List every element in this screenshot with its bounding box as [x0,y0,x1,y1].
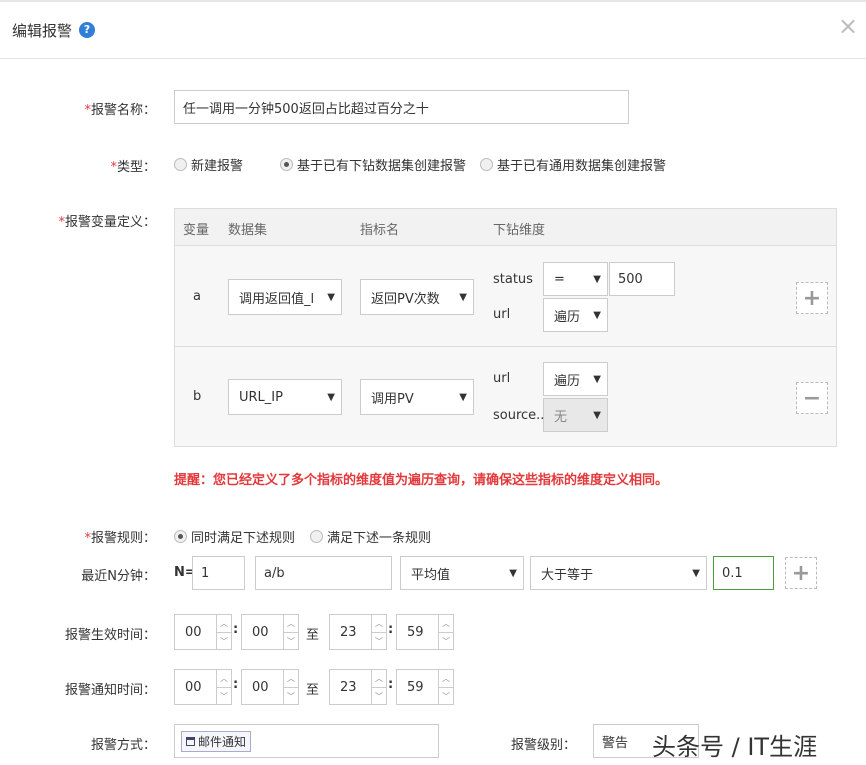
close-icon[interactable]: × [838,14,858,38]
calendar-icon [186,736,195,746]
method-label: 报警方式： [90,738,156,753]
dataset-select-a[interactable]: 调用返回值_l ▼ [228,279,342,315]
recent-label: 最近N分钟： [81,569,156,584]
chevron-down-icon: ▼ [509,567,517,579]
chevron-down-icon[interactable]: ﹀ [217,687,231,705]
warning-text: 提醒：您已经定义了多个指标的维度值为遍历查询，请确保这些指标的维度定义相同。 [174,473,669,488]
name-input[interactable]: 任一调用一分钟500返回占比超过百分之十 [174,90,629,124]
method-input[interactable]: 邮件通知 [174,724,439,758]
row-divider [175,346,836,347]
chevron-up-icon[interactable]: ︿ [439,615,453,632]
metric-select-a[interactable]: 返回PV次数 ▼ [360,279,474,315]
name-label: *报警名称： [84,103,156,118]
method-tag[interactable]: 邮件通知 [181,730,252,752]
effective-time-label: 报警生效时间： [64,628,156,643]
notify-start-minute[interactable]: 00 ︿ ﹀ [241,669,299,705]
type-radio-general[interactable]: 基于已有通用数据集创建报警 [480,155,666,174]
rules-label: *报警规则： [84,531,156,546]
chevron-down-icon: ▼ [327,291,335,303]
chevron-down-icon: ▼ [459,391,467,403]
effective-end-hour[interactable]: 23 ︿ ﹀ [329,614,387,650]
threshold-input[interactable]: 0.1 [713,556,774,590]
dim-value-input[interactable]: 500 [609,262,675,296]
chevron-down-icon[interactable]: ﹀ [284,632,298,650]
radio-icon [310,530,323,543]
top-border [0,0,866,2]
dim-op-select[interactable]: 遍历 ▼ [543,298,608,332]
chevron-up-icon[interactable]: ︿ [439,670,453,687]
time-sep: : [388,677,394,692]
time-sep: : [233,622,239,637]
level-label: 报警级别： [510,738,576,753]
type-label: *类型： [110,160,156,175]
dim-op-select[interactable]: 遍历 ▼ [543,362,608,396]
to-label: 至 [306,628,320,643]
metric-select-b[interactable]: 调用PV ▼ [360,379,474,415]
compare-select[interactable]: 大于等于 ▼ [530,556,707,590]
add-dimension-button[interactable]: + [796,282,828,314]
chevron-down-icon[interactable]: ﹀ [372,687,386,705]
dim-name: url [493,371,511,386]
effective-start-minute[interactable]: 00 ︿ ﹀ [241,614,299,650]
dim-name: status [493,272,533,287]
header-drill: 下钻维度 [493,223,546,238]
effective-start-hour[interactable]: 00 ︿ ﹀ [174,614,232,650]
watermark: 头条号 / IT生涯 [652,733,818,761]
chevron-up-icon[interactable]: ︿ [217,670,231,687]
radio-checked-icon [280,158,293,171]
time-sep: : [233,677,239,692]
var-name-a: a [193,289,201,304]
type-radio-new[interactable]: 新建报警 [174,155,243,174]
dim-op-select[interactable]: = ▼ [543,262,608,296]
chevron-up-icon[interactable]: ︿ [372,670,386,687]
chevron-up-icon[interactable]: ︿ [217,615,231,632]
radio-checked-icon [174,530,187,543]
notify-start-hour[interactable]: 00 ︿ ﹀ [174,669,232,705]
effective-end-minute[interactable]: 59 ︿ ﹀ [396,614,454,650]
chevron-down-icon[interactable]: ﹀ [217,632,231,650]
chevron-up-icon[interactable]: ︿ [284,615,298,632]
var-name-b: b [193,389,202,404]
chevron-down-icon: ▼ [459,291,467,303]
header-metric: 指标名 [360,223,400,238]
chevron-down-icon: ▼ [327,391,335,403]
notify-end-hour[interactable]: 23 ︿ ﹀ [329,669,387,705]
chevron-down-icon: ▼ [593,409,601,421]
chevron-down-icon[interactable]: ﹀ [284,687,298,705]
dialog-title: 编辑报警 [12,22,73,40]
header-divider [0,58,866,59]
rule-radio-all[interactable]: 同时满足下述规则 [174,527,295,546]
notify-time-label: 报警通知时间： [64,683,156,698]
chevron-up-icon[interactable]: ︿ [284,670,298,687]
dim-op-select-disabled: 无 ▼ [543,398,608,432]
question-circle-icon[interactable]: ? [79,22,95,38]
header-dataset: 数据集 [228,223,268,238]
header-var: 变量 [183,223,210,238]
radio-icon [174,158,187,171]
type-radio-drill[interactable]: 基于已有下钻数据集创建报警 [280,155,466,174]
chevron-down-icon: ▼ [692,567,700,579]
aggregate-select[interactable]: 平均值 ▼ [400,556,524,590]
chevron-down-icon[interactable]: ﹀ [439,632,453,650]
dataset-select-b[interactable]: URL_IP ▼ [228,379,342,415]
chevron-down-icon: ▼ [593,309,601,321]
radio-icon [480,158,493,171]
n-input[interactable]: 1 [192,556,245,590]
chevron-up-icon[interactable]: ︿ [372,615,386,632]
time-sep: : [388,622,394,637]
chevron-down-icon: ▼ [593,273,601,285]
vars-label: *报警变量定义： [58,215,156,230]
expression-input[interactable]: a/b [255,556,392,590]
dim-name: url [493,307,511,322]
dim-name: source... [493,408,549,423]
chevron-down-icon[interactable]: ﹀ [439,687,453,705]
notify-end-minute[interactable]: 59 ︿ ﹀ [396,669,454,705]
remove-dimension-button[interactable]: − [796,382,828,414]
rule-radio-any[interactable]: 满足下述一条规则 [310,527,431,546]
chevron-down-icon[interactable]: ﹀ [372,632,386,650]
to-label: 至 [306,683,320,698]
chevron-down-icon: ▼ [593,373,601,385]
add-rule-button[interactable]: + [785,557,817,589]
